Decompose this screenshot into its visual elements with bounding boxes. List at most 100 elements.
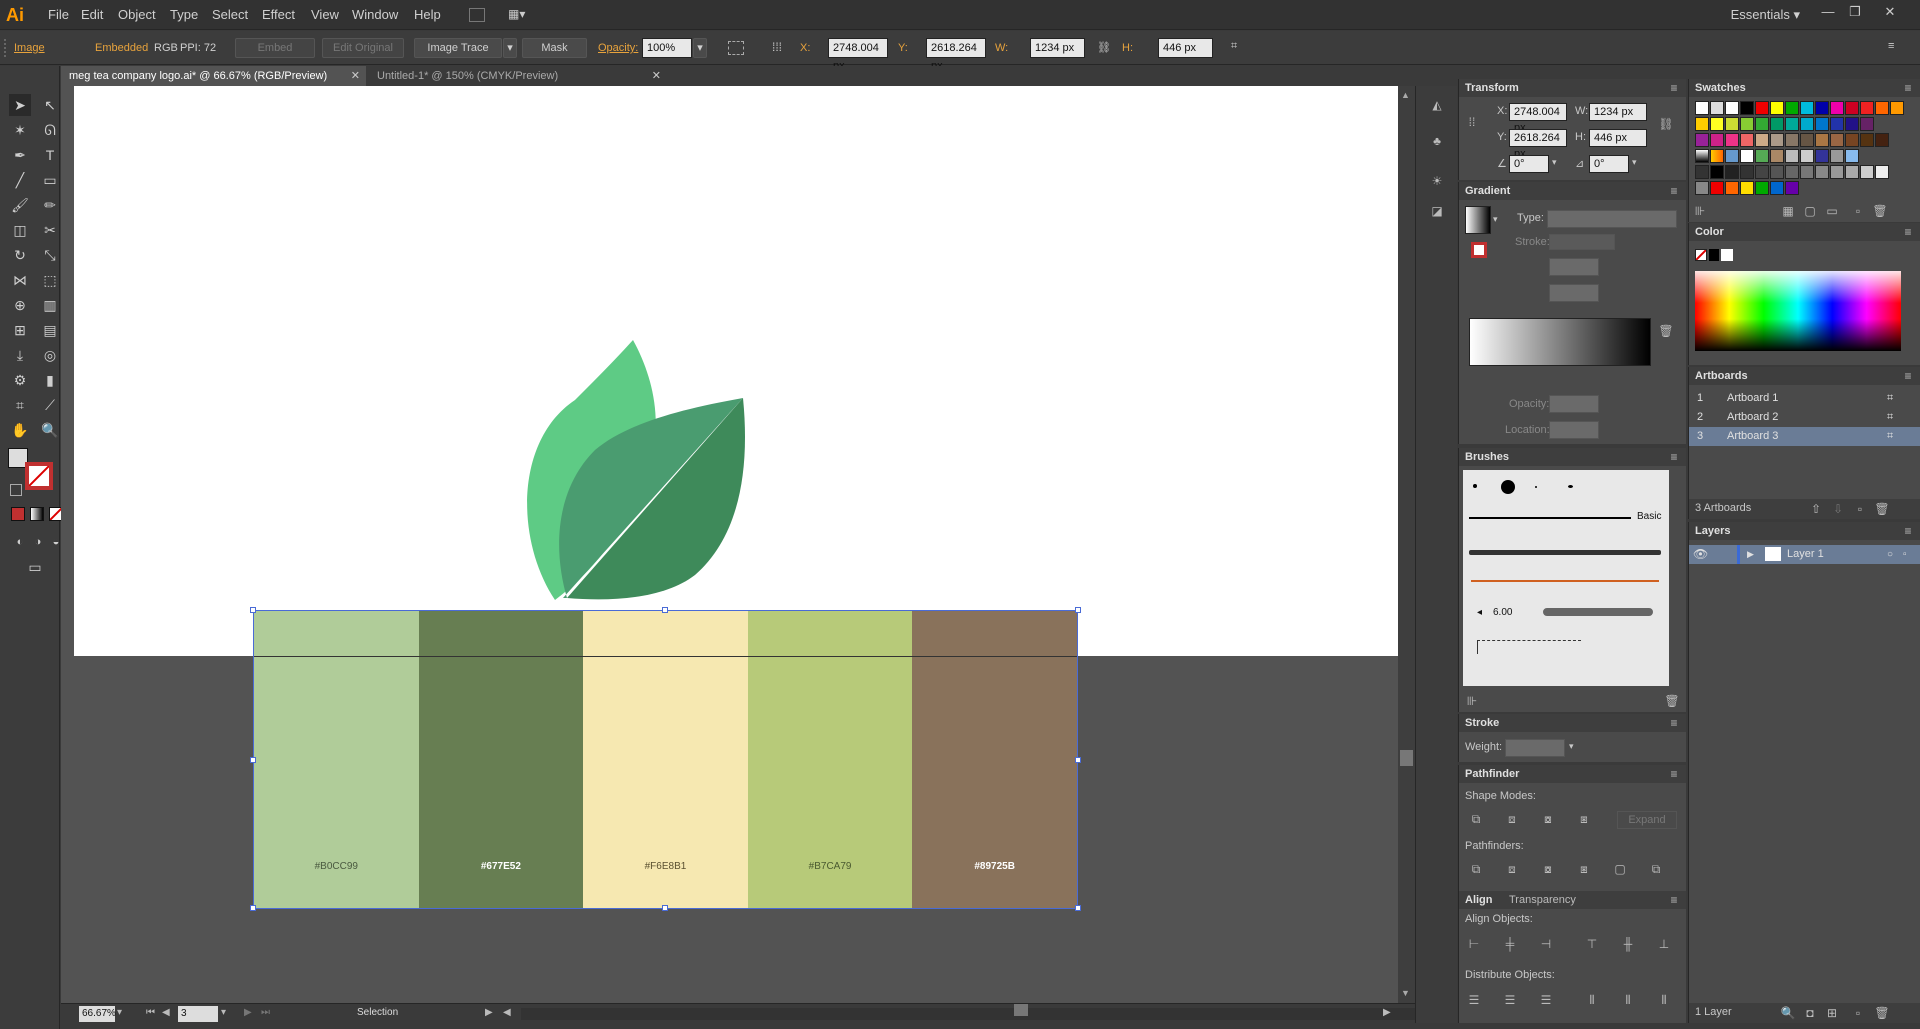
swatch[interactable]: [1770, 117, 1784, 131]
swatch[interactable]: [1725, 181, 1739, 195]
swatch[interactable]: [1725, 133, 1739, 147]
arrange-documents-icon[interactable]: ▦▾: [508, 7, 536, 23]
swatch[interactable]: [1695, 181, 1709, 195]
transform-h-input[interactable]: 446 px: [1589, 129, 1647, 147]
object-type-link[interactable]: Image: [14, 42, 45, 54]
new-swatch-icon[interactable]: ▫: [1849, 202, 1867, 220]
scale-tool-icon[interactable]: ⤡: [39, 244, 61, 266]
vertical-scrollbar-thumb[interactable]: [1400, 750, 1413, 766]
outline-icon[interactable]: ▢: [1611, 860, 1629, 878]
pen-tool-icon[interactable]: ✒: [9, 144, 31, 166]
free-transform-tool-icon[interactable]: ⬚: [39, 269, 61, 291]
panel-menu-icon[interactable]: ≡: [1665, 891, 1683, 909]
swatch[interactable]: [1755, 181, 1769, 195]
tab-meg-tea-company-logo[interactable]: meg tea company logo.ai* @ 66.67% (RGB/P…: [61, 66, 366, 86]
color-spectrum[interactable]: [1695, 271, 1901, 351]
white-color-icon[interactable]: [1721, 249, 1733, 261]
embed-button[interactable]: Embed: [235, 38, 315, 58]
symbol-sprayer-tool-icon[interactable]: ⚙: [9, 369, 31, 391]
selection-tool-icon[interactable]: ➤: [9, 94, 31, 116]
lasso-tool-icon[interactable]: ᘏ: [39, 119, 61, 141]
swatch[interactable]: [1800, 165, 1814, 179]
scroll-left-icon[interactable]: ◀: [503, 1007, 511, 1018]
swatch[interactable]: [1755, 133, 1769, 147]
gradient-location-input[interactable]: [1549, 421, 1599, 439]
exclude-icon[interactable]: ⧆: [1575, 810, 1593, 828]
swatch[interactable]: [1695, 133, 1709, 147]
swatch[interactable]: [1770, 101, 1784, 115]
swatch[interactable]: [1755, 117, 1769, 131]
scissors-tool-icon[interactable]: ✂: [39, 219, 61, 241]
menu-file[interactable]: File: [48, 7, 69, 22]
new-color-group-icon[interactable]: ▭: [1823, 202, 1841, 220]
menu-help[interactable]: Help: [414, 7, 441, 22]
menu-view[interactable]: View: [311, 7, 339, 22]
stroke-weight-input[interactable]: [1505, 739, 1565, 757]
zoom-dropdown-icon[interactable]: ▾: [117, 1007, 122, 1018]
artboard-row-selected[interactable]: 3 Artboard 3 ⌗: [1689, 427, 1920, 446]
transform-x-input[interactable]: 2748.004 px: [1509, 103, 1567, 134]
transform-y-input[interactable]: 2618.264 px: [1509, 129, 1567, 160]
selection-handle[interactable]: [250, 607, 256, 613]
swatch[interactable]: [1875, 165, 1889, 179]
target-icon[interactable]: ○: [1887, 545, 1893, 564]
swatch[interactable]: [1785, 133, 1799, 147]
swatch[interactable]: [1800, 133, 1814, 147]
swatch[interactable]: [1740, 165, 1754, 179]
align-horizontal-center-icon[interactable]: ╪: [1501, 935, 1519, 953]
distribute-bottom-icon[interactable]: ☰: [1537, 991, 1555, 1009]
panel-menu-icon[interactable]: ≡: [1899, 223, 1917, 241]
paintbrush-tool-icon[interactable]: 🖌: [9, 194, 31, 216]
menu-select[interactable]: Select: [212, 7, 248, 22]
align-right-icon[interactable]: ⊣: [1537, 935, 1555, 953]
panel-menu-icon[interactable]: ≡: [1899, 367, 1917, 385]
brushes-library[interactable]: Basic ◂ 6.00: [1463, 470, 1669, 686]
rotate-input[interactable]: 0°: [1509, 155, 1549, 173]
tab-untitled-1[interactable]: Untitled-1* @ 150% (CMYK/Preview) ✕: [369, 66, 669, 86]
gradient-opacity-input[interactable]: [1549, 395, 1599, 413]
distribute-top-icon[interactable]: ☰: [1465, 991, 1483, 1009]
menu-object[interactable]: Object: [118, 7, 156, 22]
swatch[interactable]: [1770, 165, 1784, 179]
swatch[interactable]: [1815, 117, 1829, 131]
artboard-row[interactable]: 2 Artboard 2 ⌗: [1689, 408, 1920, 427]
visibility-eye-icon[interactable]: 👁: [1693, 545, 1708, 564]
reference-point-grid-icon[interactable]: ⁞⁞: [1463, 113, 1481, 131]
screen-mode-icon[interactable]: ▭: [24, 556, 46, 578]
reference-point-icon[interactable]: [728, 41, 744, 55]
new-artboard-icon[interactable]: ▫: [1851, 500, 1869, 518]
artboard-options-icon[interactable]: ⌗: [1887, 389, 1893, 408]
swatch[interactable]: [1845, 117, 1859, 131]
status-menu-icon[interactable]: ▶: [485, 1007, 493, 1018]
move-up-icon[interactable]: ⇧: [1807, 500, 1825, 518]
distribute-right-icon[interactable]: ⫴: [1655, 991, 1673, 1009]
swatch-options-icon[interactable]: ▢: [1801, 202, 1819, 220]
delete-layer-icon[interactable]: 🗑: [1873, 1004, 1891, 1022]
swatch[interactable]: [1710, 149, 1724, 163]
panel-menu-icon[interactable]: ≡: [1899, 522, 1917, 540]
menu-edit[interactable]: Edit: [81, 7, 103, 22]
gradient-preview-swatch[interactable]: [1465, 206, 1491, 234]
direct-selection-tool-icon[interactable]: ↖: [39, 94, 61, 116]
swatch[interactable]: [1695, 165, 1709, 179]
type-tool-icon[interactable]: T: [39, 144, 61, 166]
swatch[interactable]: [1875, 101, 1889, 115]
image-trace-dropdown[interactable]: ▾: [503, 38, 517, 58]
shear-input[interactable]: 0°: [1589, 155, 1629, 173]
swatch[interactable]: [1785, 149, 1799, 163]
pencil-tool-icon[interactable]: ✏: [39, 194, 61, 216]
rotate-tool-icon[interactable]: ↻: [9, 244, 31, 266]
minimize-icon[interactable]: —: [1818, 4, 1838, 22]
swatch[interactable]: [1860, 101, 1874, 115]
perspective-grid-tool-icon[interactable]: ▥: [39, 294, 61, 316]
last-artboard-icon[interactable]: ⏭: [261, 1007, 270, 1018]
constrain-proportions-icon[interactable]: ⛓: [1657, 115, 1675, 133]
gradient-tool-icon[interactable]: ▤: [39, 319, 61, 341]
distribute-horizontal-center-icon[interactable]: ⫴: [1619, 991, 1637, 1009]
swatch[interactable]: [1845, 149, 1859, 163]
brush-bristle[interactable]: [1543, 608, 1653, 616]
panel-menu-icon[interactable]: ≡: [1665, 448, 1683, 466]
swatch[interactable]: [1755, 165, 1769, 179]
swatch[interactable]: [1710, 117, 1724, 131]
selection-handle[interactable]: [662, 905, 668, 911]
